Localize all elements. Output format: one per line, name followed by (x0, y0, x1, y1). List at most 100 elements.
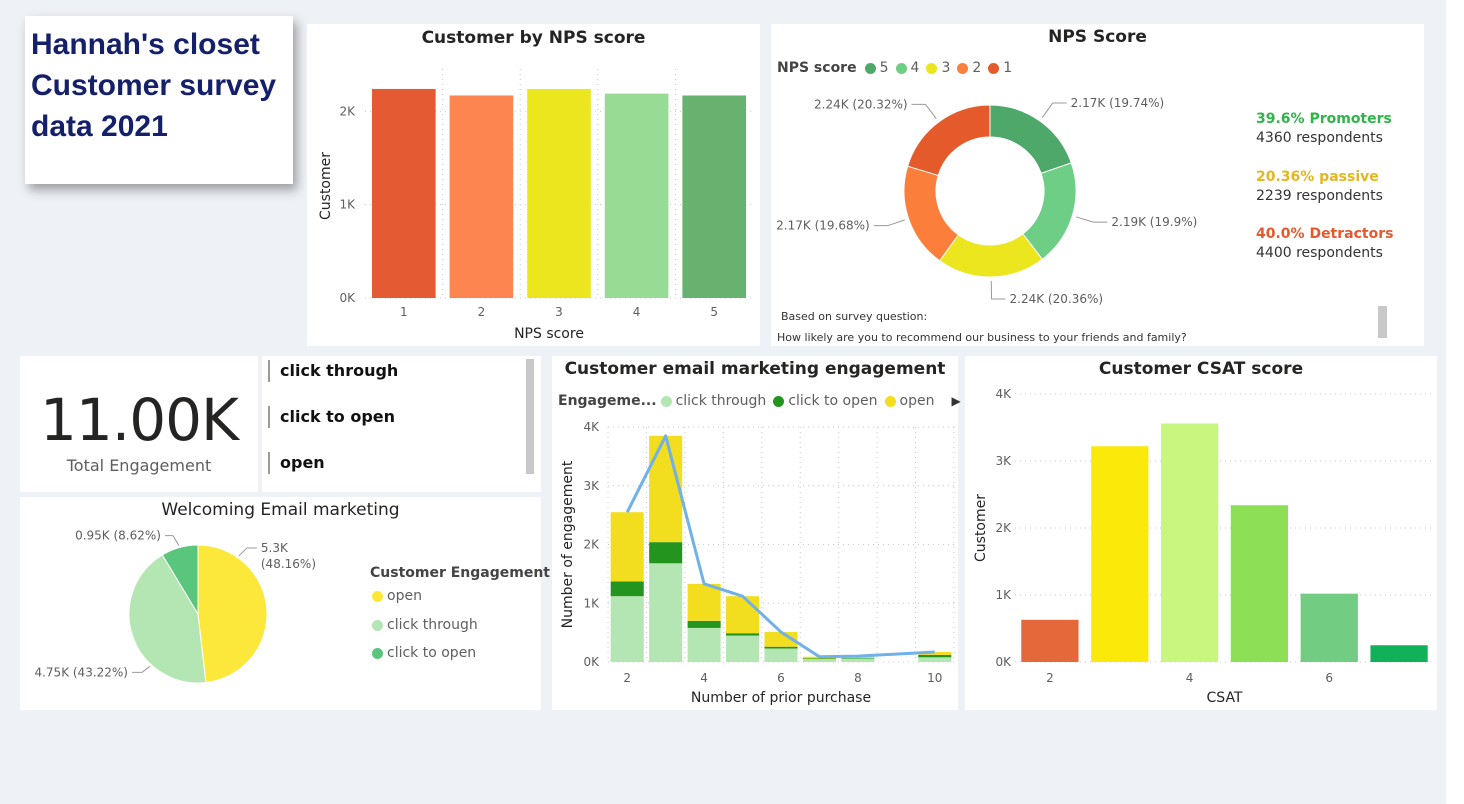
donut-slice (903, 165, 960, 262)
slice-data-label: 5.3K (261, 541, 289, 555)
survey-note-heading: Based on survey question: (781, 310, 928, 323)
x-tick-label: 10 (927, 671, 942, 685)
x-axis-label: NPS score (514, 326, 584, 342)
x-tick-label: 2 (1046, 671, 1054, 685)
bar (604, 93, 669, 298)
x-tick-label: 2 (623, 671, 631, 685)
welcome-email-pie-card[interactable]: Welcoming Email marketing 5.3K (48.16%) 4.… (20, 497, 541, 710)
bar (1300, 593, 1358, 662)
slice-data-label: 2.24K (20.36%) (1010, 292, 1104, 306)
stacked-bar-segment (764, 648, 798, 662)
slicer-item-open[interactable]: open (268, 452, 325, 474)
stacked-bar-segment (649, 542, 683, 564)
bar (1160, 423, 1219, 662)
legend-dot (372, 647, 383, 659)
stat-headline: 39.6% Promoters (1256, 111, 1392, 127)
slice-data-label: 4.75K (43.22%) (34, 665, 128, 679)
stacked-bar-segment (687, 583, 721, 621)
detractors-stat: 40.0% Detractors 4400 respondents (1256, 226, 1393, 261)
bar (1370, 645, 1428, 662)
y-axis-label: Customer (973, 494, 989, 562)
stacked-bar-segment (918, 657, 952, 662)
legend-dot (372, 590, 383, 602)
y-tick-label: 4K (995, 387, 1012, 401)
stat-sub: 4360 respondents (1256, 130, 1383, 146)
nps-bar-chart-card[interactable]: Customer by NPS score 0K 1K 2K 1 2 3 4 5 NPS sco… (307, 24, 760, 346)
y-tick-label: 2K (583, 538, 600, 552)
slice-data-label: 2.17K (19.74%) (1071, 96, 1165, 110)
stacked-bar-segment (764, 646, 798, 649)
y-axis-label: Number of engagement (560, 460, 576, 628)
x-axis-label: CSAT (1207, 690, 1243, 706)
dashboard-title-line: Customer survey (31, 69, 277, 102)
csat-chart-card[interactable]: Customer CSAT score 0K 1K 2K 3K 4K 2 4 6 CSAT Cus… (965, 356, 1437, 710)
x-tick-label: 3 (555, 305, 563, 319)
stacked-bar-segment (726, 596, 760, 634)
email-engagement-card[interactable]: Customer email marketing engagement Enga… (552, 356, 961, 710)
x-tick-label: 4 (633, 305, 641, 319)
y-tick-label: 1K (995, 588, 1012, 602)
y-tick-label: 4K (583, 420, 600, 434)
label-leader-line (1041, 102, 1067, 118)
engagement-combo-chart: 0K 1K 2K 3K 4K 2 4 6 8 10 Number of prior purchase… (560, 420, 955, 706)
stat-headline: 40.0% Detractors (1256, 226, 1394, 242)
stacked-bar-segment (610, 596, 644, 662)
page-scrollbar-strip[interactable] (1446, 0, 1464, 804)
donut-slice (989, 104, 1072, 175)
y-tick-label: 1K (339, 198, 356, 212)
stacked-bar-segment (610, 512, 644, 582)
pie-slice (197, 544, 268, 684)
stacked-bar-segment (918, 654, 952, 658)
x-tick-label: 2 (478, 305, 486, 319)
nps-bar-chart: 0K 1K 2K 1 2 3 4 5 NPS score Customer (318, 69, 753, 342)
x-tick-label: 8 (854, 671, 862, 685)
stat-sub: 2239 respondents (1256, 188, 1383, 204)
dashboard-title-card: Hannah's closet Customer survey data 202… (25, 16, 293, 184)
stat-sub: 4400 respondents (1256, 245, 1383, 261)
x-tick-label: 1 (400, 305, 408, 319)
stacked-bar-segment (687, 620, 721, 628)
x-tick-label: 4 (700, 671, 708, 685)
bar (527, 88, 591, 298)
pie-legend-item[interactable]: click to open (372, 645, 476, 661)
slicer-item-click-through[interactable]: click through (268, 360, 398, 382)
stacked-bar-segment (649, 435, 683, 543)
dashboard-title-line: data 2021 (31, 110, 168, 143)
total-engagement-card[interactable]: 11.00K Total Engagement (20, 356, 258, 492)
legend-label: open (387, 588, 422, 604)
card-scrollbar-thumb[interactable] (1378, 306, 1387, 338)
survey-note-question: How likely are you to recommend our busi… (777, 331, 1187, 343)
stacked-bar-segment (802, 659, 836, 662)
passive-stat: 20.36% passive 2239 respondents (1256, 169, 1383, 204)
slicer-scrollbar-thumb[interactable] (526, 359, 534, 474)
label-leader-line (164, 535, 180, 546)
engagement-slicer[interactable]: click through click to open open (262, 356, 541, 492)
y-tick-label: 1K (583, 596, 600, 610)
bar (449, 95, 514, 298)
slicer-item-click-to-open[interactable]: click to open (268, 406, 395, 428)
promoters-stat: 39.6% Promoters 4360 respondents (1256, 111, 1392, 146)
y-tick-label: 0K (339, 291, 356, 305)
pie-legend-item[interactable]: click through (372, 617, 478, 633)
donut-slice (907, 104, 991, 177)
pie-legend-title: Customer Engagement (370, 565, 551, 581)
slice-data-label: 0.95K (8.62%) (75, 529, 161, 543)
stacked-bar-segment (610, 581, 644, 597)
y-tick-label: 0K (583, 655, 600, 669)
legend-label: click through (387, 617, 478, 633)
stacked-bar-segment (841, 658, 875, 662)
dashboard-title: Hannah's closet Customer survey data 202… (31, 24, 276, 147)
label-leader-line (990, 280, 1006, 300)
pie-legend-item[interactable]: open (372, 588, 422, 604)
csat-bar-chart: 0K 1K 2K 3K 4K 2 4 6 CSAT Customer (973, 387, 1434, 706)
welcome-pie-chart: 5.3K (48.16%) 4.75K (43.22%) 0.95K (8.62%) (34, 529, 316, 684)
label-leader-line (1076, 216, 1108, 223)
kpi-value: 11.00K (39, 386, 239, 454)
stacked-bar-segment (726, 633, 760, 636)
bar (371, 88, 436, 298)
x-tick-label: 5 (710, 305, 718, 319)
label-leader-line (132, 665, 151, 673)
legend-dot (372, 619, 383, 631)
bar (682, 95, 747, 298)
kpi-label: Total Engagement (66, 456, 212, 475)
